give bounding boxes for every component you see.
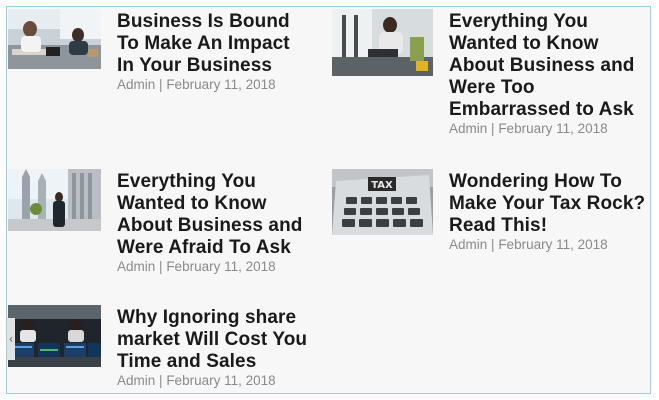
post-date: February 11, 2018 [166, 77, 276, 92]
meta-separator: | [491, 121, 495, 136]
post-item[interactable]: Everything You Wanted to Know About Busi… [332, 9, 648, 139]
post-title[interactable]: Business Is Bound To Make An Impact In Y… [117, 11, 307, 77]
post-date: February 11, 2018 [166, 259, 276, 274]
post-thumbnail-tax-calculator[interactable]: TAX [332, 169, 433, 235]
meta-separator: | [159, 77, 163, 92]
post-title[interactable]: Wondering How To Make Your Tax Rock? Rea… [449, 171, 649, 237]
post-meta: Admin | February 11, 2018 [117, 77, 276, 93]
post-author[interactable]: Admin [117, 259, 155, 274]
post-title[interactable]: Why Ignoring share market Will Cost You … [117, 307, 313, 373]
post-meta: Admin | February 11, 2018 [117, 259, 276, 275]
post-meta: Admin | February 11, 2018 [449, 121, 608, 137]
post-item[interactable]: Why Ignoring share market Will Cost You … [8, 305, 318, 393]
svg-text:TAX: TAX [371, 180, 393, 191]
post-date: February 11, 2018 [166, 373, 276, 388]
meta-separator: | [491, 237, 495, 252]
post-author[interactable]: Admin [449, 237, 487, 252]
meta-separator: | [159, 373, 163, 388]
post-thumbnail-trading-floor[interactable] [8, 305, 101, 367]
post-meta: Admin | February 11, 2018 [449, 237, 608, 253]
post-thumbnail-businessman-city[interactable] [8, 169, 101, 231]
post-thumbnail-office-workers[interactable] [8, 9, 101, 69]
post-list-widget: Business Is Bound To Make An Impact In Y… [6, 6, 651, 394]
post-author[interactable]: Admin [117, 77, 155, 92]
post-title[interactable]: Everything You Wanted to Know About Busi… [117, 171, 313, 259]
post-item[interactable]: Everything You Wanted to Know About Busi… [8, 169, 318, 284]
post-date: February 11, 2018 [498, 237, 608, 252]
chevron-left-icon[interactable]: ‹ [7, 318, 15, 360]
post-item[interactable]: Business Is Bound To Make An Impact In Y… [8, 9, 318, 99]
meta-separator: | [159, 259, 163, 274]
post-thumbnail-woman-at-laptop[interactable] [332, 9, 433, 76]
post-meta: Admin | February 11, 2018 [117, 373, 276, 389]
post-author[interactable]: Admin [449, 121, 487, 136]
post-title[interactable]: Everything You Wanted to Know About Busi… [449, 11, 645, 121]
post-date: February 11, 2018 [498, 121, 608, 136]
post-author[interactable]: Admin [117, 373, 155, 388]
post-item[interactable]: TAX Wondering How To Make Your Tax Rock?… [332, 169, 648, 259]
